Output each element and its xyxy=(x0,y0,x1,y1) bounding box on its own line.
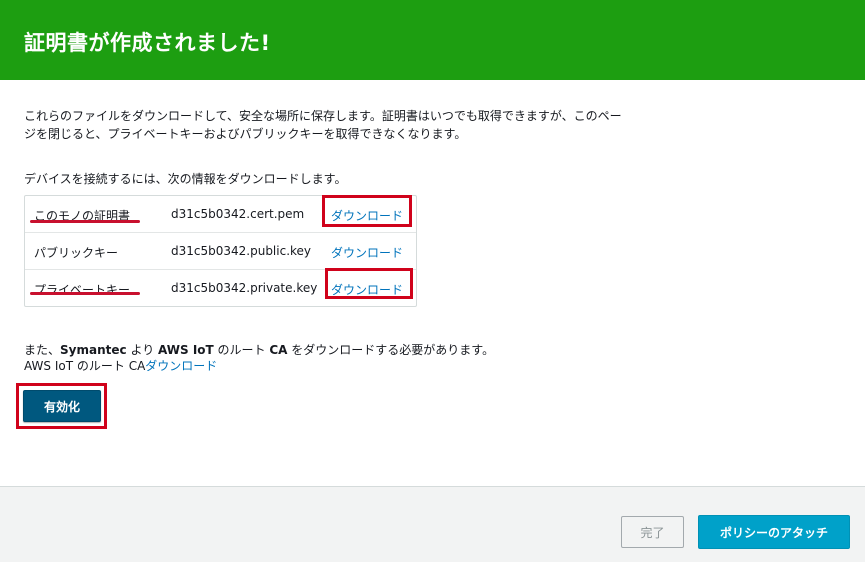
root-ca-download-line: AWS IoT のルート CAダウンロード xyxy=(24,358,494,374)
intro-line-2: ジを閉じると、プライベートキーおよびパブリックキーを取得できなくなります。 xyxy=(24,127,467,141)
private-key-label-underline xyxy=(30,292,140,295)
table-row: パブリックキー d31c5b0342.public.key ダウンロード xyxy=(25,232,416,269)
public-key-filename: d31c5b0342.public.key xyxy=(171,244,312,258)
page-title: 証明書が作成されました! xyxy=(24,31,271,55)
intro-text: これらのファイルをダウンロードして、安全な場所に保存します。証明書はいつでも取得… xyxy=(24,107,664,143)
table-row: プライベートキー d31c5b0342.private.key ダウンロード xyxy=(25,269,416,306)
private-key-download-link[interactable]: ダウンロード xyxy=(331,281,403,298)
root-ca-prefix: AWS IoT のルート CA xyxy=(24,359,146,373)
public-key-download-link[interactable]: ダウンロード xyxy=(331,244,403,261)
private-key-filename: d31c5b0342.private.key xyxy=(171,281,318,295)
done-button[interactable]: 完了 xyxy=(621,516,684,548)
certificate-table: このモノの証明書 d31c5b0342.cert.pem ダウンロード パブリッ… xyxy=(24,195,417,307)
intro-line-1: これらのファイルをダウンロードして、安全な場所に保存します。証明書はいつでも取得… xyxy=(24,109,622,123)
private-key-label: プライベートキー xyxy=(34,283,131,297)
cert-download-link[interactable]: ダウンロード xyxy=(331,207,403,224)
success-header: 証明書が作成されました! xyxy=(0,0,865,80)
cert-label-underline xyxy=(30,220,140,223)
activate-button[interactable]: 有効化 xyxy=(23,390,101,422)
cert-filename: d31c5b0342.cert.pem xyxy=(171,207,305,221)
root-ca-download-link[interactable]: ダウンロード xyxy=(145,359,217,373)
devices-label: デバイスを接続するには、次の情報をダウンロードします。 xyxy=(24,172,347,186)
attach-policy-button[interactable]: ポリシーのアタッチ xyxy=(698,515,850,549)
public-key-label: パブリックキー xyxy=(34,246,119,260)
root-ca-text: また、Symantec より AWS IoT のルート CA をダウンロードする… xyxy=(24,343,495,357)
root-ca-note: また、Symantec より AWS IoT のルート CA をダウンロードする… xyxy=(24,342,494,374)
table-row: このモノの証明書 d31c5b0342.cert.pem ダウンロード xyxy=(25,196,416,232)
